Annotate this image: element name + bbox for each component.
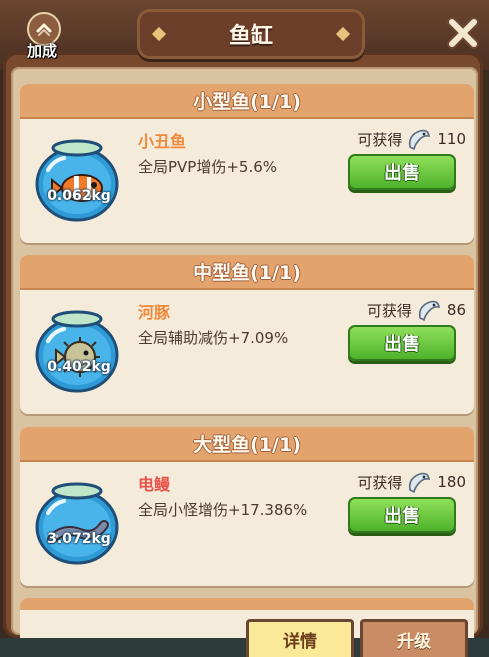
sell-label: 出售 — [384, 334, 420, 355]
tab-details[interactable]: 详情 — [246, 619, 354, 657]
fishbowl — [34, 469, 120, 565]
reward-label: 可获得 — [357, 473, 403, 492]
close-button[interactable] — [444, 14, 482, 52]
fish-name: 小丑鱼 — [138, 132, 187, 151]
fish-name: 河豚 — [138, 303, 171, 322]
category-title: 大型鱼(1/1) — [193, 434, 301, 456]
fish-effect: 全局小怪增伤+17.386% — [138, 501, 308, 519]
card-header: 小型鱼(1/1) — [20, 84, 474, 119]
bonus-label: 加成 — [26, 42, 57, 60]
sell-label: 出售 — [384, 506, 420, 527]
close-icon — [447, 17, 479, 49]
category-title: 小型鱼(1/1) — [193, 91, 301, 113]
category-title: 中型鱼(1/1) — [193, 262, 301, 284]
reward-amount: 180 — [437, 473, 466, 491]
tab-upgrade-label: 升级 — [397, 632, 431, 652]
fish-card-small: 小型鱼(1/1) 0.062kg 小丑鱼 全局PVP增伤+5.6% 可获得 11… — [20, 84, 474, 243]
fishbowl — [34, 297, 120, 393]
reward-label: 可获得 — [357, 130, 403, 149]
tab-details-label: 详情 — [283, 632, 317, 652]
card-header — [20, 598, 474, 610]
fish-weight: 3.072kg — [47, 531, 111, 547]
reward-amount: 86 — [446, 301, 466, 319]
sell-button[interactable]: 出售 — [348, 154, 456, 190]
fish-card-medium: 中型鱼(1/1) 0.402kg 河豚 全局辅助减伤+7.09% 可获得 86 … — [20, 255, 474, 414]
fish-effect: 全局PVP增伤+5.6% — [138, 158, 278, 176]
card-header: 大型鱼(1/1) — [20, 427, 474, 462]
window-title: 鱼缸 — [228, 24, 273, 49]
reward-info: 可获得 86 — [367, 297, 466, 323]
reward-info: 可获得 180 — [357, 469, 466, 495]
reward-amount: 110 — [437, 130, 466, 148]
sell-button[interactable]: 出售 — [348, 325, 456, 361]
fish-name: 电鳗 — [138, 475, 171, 494]
fish-currency-icon — [418, 300, 440, 322]
fish-card-large: 大型鱼(1/1) 3.072kg 电鳗 全局小怪增伤+17.386% 可获得 1… — [20, 427, 474, 586]
fish-effect: 全局辅助减伤+7.09% — [138, 329, 289, 347]
bonus-button[interactable]: 加成 — [20, 12, 64, 66]
sell-label: 出售 — [384, 163, 420, 184]
tab-upgrade[interactable]: 升级 — [360, 619, 468, 657]
fish-weight: 0.402kg — [47, 359, 111, 375]
fish-currency-icon — [409, 129, 431, 151]
title-banner: 鱼缸 — [140, 12, 362, 56]
fish-currency-icon — [409, 472, 431, 494]
reward-label: 可获得 — [366, 301, 412, 320]
sell-button[interactable]: 出售 — [348, 497, 456, 533]
card-header: 中型鱼(1/1) — [20, 255, 474, 290]
fish-weight: 0.062kg — [47, 188, 111, 204]
fishbowl — [34, 126, 120, 222]
reward-info: 可获得 110 — [357, 126, 466, 152]
